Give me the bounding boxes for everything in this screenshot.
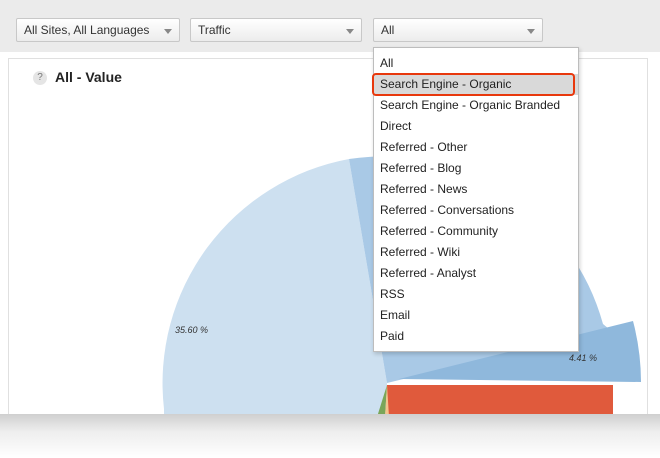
dropdown-option-search-engine-organic-branded[interactable]: Search Engine - Organic Branded <box>374 95 578 116</box>
option-label: Referred - Blog <box>380 161 462 175</box>
option-label: All <box>380 56 394 70</box>
chevron-down-icon <box>164 29 172 34</box>
dropdown-option-referred-conversations[interactable]: Referred - Conversations <box>374 200 578 221</box>
pie-slice-light-blue <box>162 159 387 415</box>
option-label: Search Engine - Organic Branded <box>380 98 561 112</box>
option-label: Referred - Analyst <box>380 266 477 280</box>
dropdown-option-email[interactable]: Email <box>374 305 578 326</box>
dropdown-option-referred-analyst[interactable]: Referred - Analyst <box>374 263 578 284</box>
dropdown-option-referred-other[interactable]: Referred - Other <box>374 137 578 158</box>
option-label: Email <box>380 308 411 322</box>
dropdown-option-search-engine-organic[interactable]: Search Engine - Organic <box>372 73 578 96</box>
filter-toolbar: All Sites, All Languages Traffic All <box>0 0 660 52</box>
metric-select[interactable]: Traffic <box>190 18 362 42</box>
dropdown-option-referred-wiki[interactable]: Referred - Wiki <box>374 242 578 263</box>
dropdown-option-all[interactable]: All <box>374 53 578 74</box>
traffic-source-select-value: All <box>381 23 395 37</box>
traffic-source-dropdown-menu: All Search Engine - Organic Search Engin… <box>372 47 579 352</box>
site-language-select[interactable]: All Sites, All Languages <box>16 18 180 42</box>
pie-slice-red <box>387 385 613 415</box>
dropdown-option-paid[interactable]: Paid <box>374 326 578 347</box>
pie-label-35-60: 35.60 % <box>175 325 208 335</box>
chevron-down-icon <box>346 29 354 34</box>
option-label: RSS <box>380 287 405 301</box>
option-label: Referred - Other <box>380 140 468 154</box>
option-label: Referred - Conversations <box>380 203 515 217</box>
chevron-down-icon <box>527 29 535 34</box>
option-label: Referred - Wiki <box>380 245 461 259</box>
option-label: Search Engine - Organic <box>380 77 512 91</box>
option-label: Referred - Community <box>380 224 499 238</box>
metric-select-value: Traffic <box>198 23 231 37</box>
option-label: Direct <box>380 119 412 133</box>
dropdown-option-referred-news[interactable]: Referred - News <box>374 179 578 200</box>
bottom-fade <box>0 414 660 458</box>
site-language-select-value: All Sites, All Languages <box>24 23 150 37</box>
dropdown-option-referred-blog[interactable]: Referred - Blog <box>374 158 578 179</box>
option-label: Paid <box>380 329 405 343</box>
option-label: Referred - News <box>380 182 468 196</box>
dropdown-option-rss[interactable]: RSS <box>374 284 578 305</box>
dropdown-option-direct[interactable]: Direct <box>374 116 578 137</box>
pie-label-4-41: 4.41 % <box>569 353 597 363</box>
dropdown-option-referred-community[interactable]: Referred - Community <box>374 221 578 242</box>
traffic-source-select[interactable]: All <box>373 18 543 42</box>
